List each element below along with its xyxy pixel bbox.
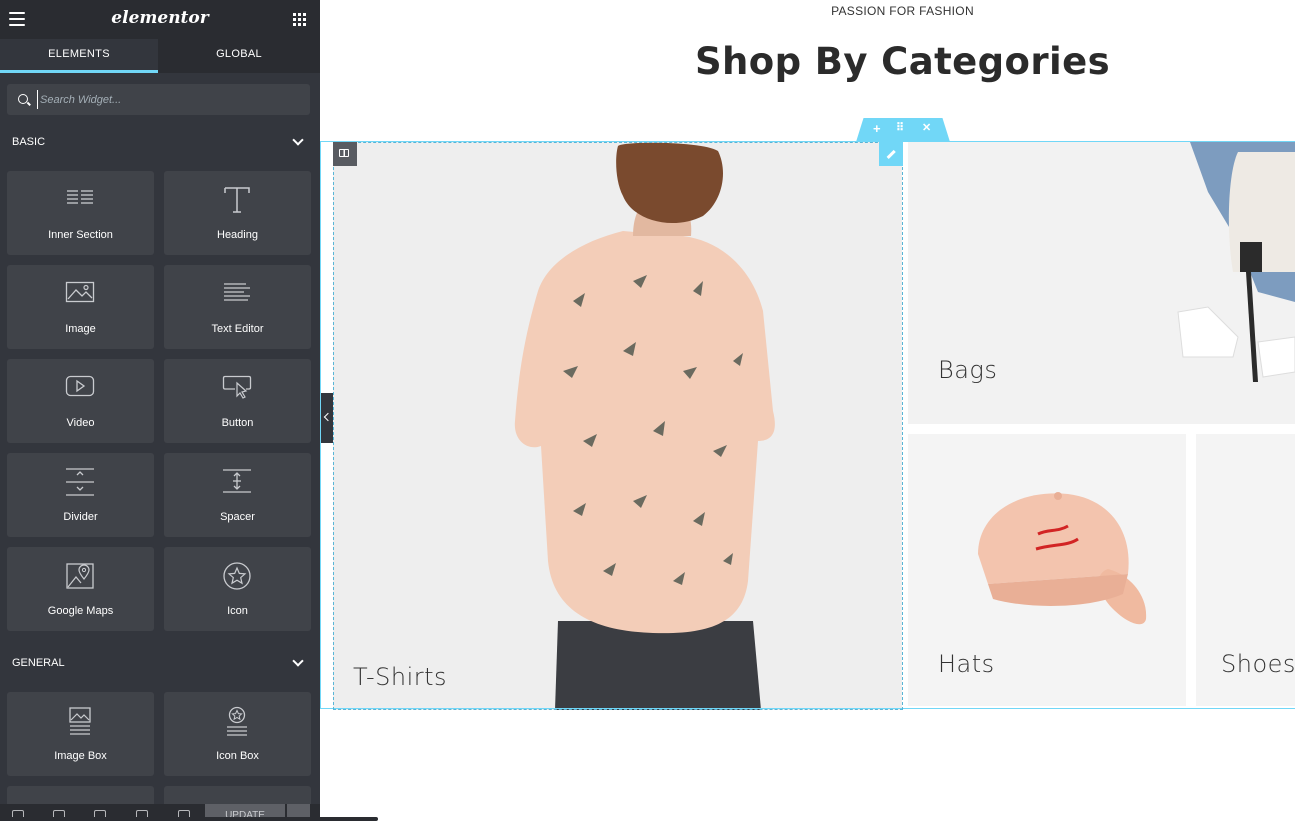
widget-icon[interactable]: Icon [164,547,311,631]
widget-button[interactable]: Button [164,359,311,443]
search-box [7,84,310,115]
widget-label: Inner Section [48,229,113,241]
editor-panel: elementor ELEMENTS GLOBAL BASIC Inner Se… [0,0,320,821]
horizontal-scrollbar[interactable] [0,817,378,821]
widget-label: Image Box [54,750,107,762]
search-icon [18,94,28,104]
widget-divider[interactable]: Divider [7,453,154,537]
widget-label: Google Maps [47,605,114,617]
widget-label: Icon [227,605,248,617]
section-handle: + ⠿ ✕ [856,118,950,142]
spacer-icon [223,469,251,493]
section-title: Shop By Categories [694,40,1111,83]
widget-label: Divider [63,511,98,523]
icon-box-icon [227,706,247,736]
chevron-down-icon [292,134,304,146]
heading-icon [224,187,250,213]
category-general[interactable]: GENERAL [0,654,320,674]
widget-text-editor[interactable]: Text Editor [164,265,311,349]
text-editor-icon [224,283,250,301]
panel-header: elementor [0,0,320,39]
column-selection-outline [333,142,903,710]
widget-label: Button [221,417,254,429]
widget-label: Video [66,417,95,429]
star-icon [223,562,251,590]
widget-icon-box[interactable]: Icon Box [164,692,311,776]
widget-video[interactable]: Video [7,359,154,443]
image-icon [65,281,95,303]
button-icon [222,375,252,399]
add-section-icon[interactable]: + [873,121,881,136]
grid-icon[interactable] [293,13,306,26]
panel-tabs: ELEMENTS GLOBAL [0,39,320,73]
widget-label: Heading [217,229,258,241]
section-subtitle: PASSION FOR FASHION [831,4,974,18]
widget-heading[interactable]: Heading [164,171,311,255]
tab-elements[interactable]: ELEMENTS [0,39,158,73]
category-basic[interactable]: BASIC [0,133,320,153]
elementor-logo: elementor [111,8,209,28]
drag-section-icon[interactable]: ⠿ [896,121,904,134]
widget-image[interactable]: Image [7,265,154,349]
delete-section-icon[interactable]: ✕ [922,121,931,134]
widget-label: Image [65,323,96,335]
widget-inner-section[interactable]: Inner Section [7,171,154,255]
chevron-down-icon [292,655,304,667]
column-handle-icon[interactable] [333,142,357,166]
widget-image-box[interactable]: Image Box [7,692,154,776]
search-input[interactable] [37,90,300,109]
video-icon [65,375,95,397]
widget-google-maps[interactable]: Google Maps [7,547,154,631]
widget-label: Icon Box [216,750,259,762]
category-general-label: GENERAL [12,657,65,669]
widget-label: Spacer [220,511,255,523]
map-pin-icon [66,563,94,589]
inner-section-icon [67,190,93,204]
tab-global[interactable]: GLOBAL [158,39,320,73]
widget-label: Text Editor [211,323,264,335]
image-box-icon [69,707,91,735]
category-basic-label: BASIC [12,136,46,148]
widget-spacer[interactable]: Spacer [164,453,311,537]
divider-icon [66,468,94,496]
edit-widget-icon[interactable] [879,142,903,166]
